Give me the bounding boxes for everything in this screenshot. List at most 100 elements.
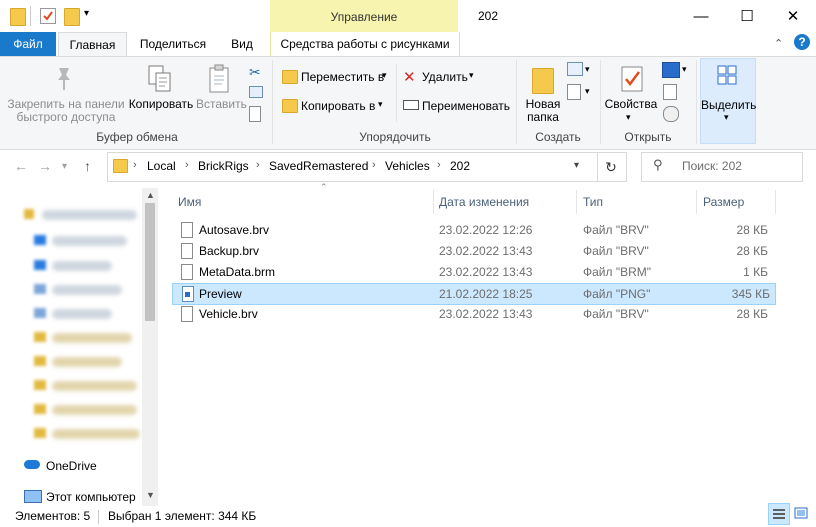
copy-button[interactable]: Копировать: [127, 64, 195, 114]
nav-item[interactable]: [52, 357, 122, 367]
forward-icon[interactable]: →: [38, 158, 52, 174]
column-type[interactable]: Тип: [583, 195, 603, 209]
paste-shortcut-icon[interactable]: [249, 106, 261, 122]
breadcrumb-separator: ›: [133, 159, 137, 171]
context-title: Управление: [330, 10, 398, 24]
column-size[interactable]: Размер: [703, 195, 744, 209]
file-row[interactable]: Backup.brv 23.02.2022 13:43 Файл "BRV" 2…: [172, 241, 774, 262]
help-icon[interactable]: ?: [794, 34, 810, 50]
cut-icon[interactable]: ✂: [249, 64, 261, 81]
select-label: Выделить: [701, 98, 757, 112]
nav-item[interactable]: [52, 381, 137, 391]
clipboard-group-label: Буфер обмена: [96, 130, 178, 144]
breadcrumb-brickrigs[interactable]: BrickRigs: [198, 159, 249, 173]
recent-locations-icon[interactable]: ▾: [62, 161, 67, 172]
chevron-down-icon[interactable]: ▾: [585, 64, 590, 75]
rename-label: Переименовать: [422, 99, 510, 113]
tab-file[interactable]: Файл: [0, 32, 56, 56]
new-folder-label-2: папка: [527, 110, 559, 124]
breadcrumb-vehicles[interactable]: Vehicles: [385, 159, 430, 173]
tab-view[interactable]: Вид: [222, 32, 262, 56]
file-row[interactable]: MetaData.brm 23.02.2022 13:43 Файл "BRM"…: [172, 262, 774, 283]
large-icons-view-button[interactable]: [792, 504, 810, 522]
file-date: 21.02.2022 18:25: [439, 287, 533, 301]
column-divider[interactable]: [696, 190, 697, 214]
back-icon[interactable]: ←: [14, 158, 28, 174]
nav-item-icon: [34, 235, 46, 245]
properties-button[interactable]: Свойства ▾: [604, 64, 658, 124]
close-button[interactable]: ✕: [770, 0, 816, 32]
easy-access-icon[interactable]: [567, 84, 581, 100]
nav-item[interactable]: [42, 210, 137, 220]
breadcrumb-202[interactable]: 202: [450, 159, 470, 173]
nav-item[interactable]: [52, 333, 132, 343]
tab-home[interactable]: Главная: [58, 32, 127, 57]
nav-item[interactable]: [52, 429, 140, 439]
up-icon[interactable]: ↑: [84, 158, 91, 174]
address-dropdown-icon[interactable]: ▾: [574, 160, 579, 171]
location-folder-icon: [113, 159, 128, 173]
column-name[interactable]: Имя: [178, 195, 201, 209]
maximize-button[interactable]: ☐: [724, 0, 770, 32]
column-divider[interactable]: [775, 190, 776, 214]
nav-onedrive[interactable]: OneDrive: [46, 459, 97, 473]
pin-label-1: Закрепить на панели: [7, 97, 125, 111]
copy-path-icon[interactable]: [249, 86, 263, 98]
breadcrumb-local[interactable]: Local: [147, 159, 176, 173]
search-input[interactable]: Поиск: 202: [682, 159, 742, 173]
paste-button[interactable]: Вставить: [196, 64, 247, 114]
file-date: 23.02.2022 13:43: [439, 265, 533, 279]
open-icon[interactable]: [662, 62, 680, 78]
copy-to-button[interactable]: Копировать в ▾: [282, 97, 394, 117]
details-view-button[interactable]: [768, 503, 790, 525]
nav-item[interactable]: [52, 236, 127, 246]
chevron-down-icon[interactable]: ▾: [682, 64, 687, 75]
group-separator: [272, 60, 273, 144]
column-date[interactable]: Дата изменения: [439, 195, 529, 209]
move-to-button[interactable]: Переместить в ▾: [282, 68, 394, 88]
pin-button[interactable]: Закрепить на панели быстрого доступа: [3, 64, 125, 126]
file-row[interactable]: Autosave.brv 23.02.2022 12:26 Файл "BRV"…: [172, 220, 774, 241]
new-folder-button[interactable]: Новая папка: [522, 64, 564, 124]
column-divider[interactable]: [576, 190, 577, 214]
qa-dropdown-icon[interactable]: ▾: [84, 8, 89, 19]
group-separator: [516, 60, 517, 144]
collapse-ribbon-icon[interactable]: ⌃: [774, 37, 783, 50]
file-row[interactable]: Vehicle.brv 23.02.2022 13:43 Файл "BRV" …: [172, 304, 774, 325]
nav-item[interactable]: [52, 405, 137, 415]
properties-icon: [621, 66, 643, 92]
scroll-up-icon[interactable]: ▲: [146, 190, 155, 200]
file-size: 1 КБ: [743, 265, 768, 279]
delete-button[interactable]: ✕ Удалить ▾: [403, 68, 483, 88]
nav-item[interactable]: [52, 285, 122, 295]
new-folder-qa-icon[interactable]: [64, 8, 80, 26]
nav-item[interactable]: [52, 261, 112, 271]
breadcrumb-separator: ›: [185, 159, 189, 171]
file-name: Preview: [199, 287, 242, 301]
column-divider[interactable]: [433, 190, 434, 214]
image-file-icon: [182, 286, 194, 302]
tab-picture-tools[interactable]: Средства работы с рисунками: [270, 32, 460, 56]
scroll-down-icon[interactable]: ▼: [146, 490, 155, 500]
select-button[interactable]: Выделить ▾: [700, 58, 756, 144]
nav-item[interactable]: [52, 309, 112, 319]
chevron-down-icon[interactable]: ▾: [585, 86, 590, 97]
edit-icon[interactable]: [663, 84, 677, 100]
breadcrumb-separator: ›: [256, 159, 260, 171]
file-type: Файл "BRV": [583, 244, 649, 258]
new-item-icon[interactable]: [567, 62, 583, 76]
file-row-selected[interactable]: Preview 21.02.2022 18:25 Файл "PNG" 345 …: [172, 283, 776, 305]
nav-item-icon: [34, 380, 46, 390]
history-icon[interactable]: [663, 106, 679, 122]
scrollbar-thumb[interactable]: [145, 203, 155, 321]
nav-item-icon: [34, 356, 46, 366]
chevron-down-icon: ▾: [724, 112, 729, 122]
tab-share[interactable]: Поделиться: [132, 32, 214, 56]
breadcrumb-savedremastered[interactable]: SavedRemastered: [269, 159, 368, 173]
rename-button[interactable]: Переименовать: [403, 97, 513, 117]
refresh-button[interactable]: ↻: [596, 152, 627, 182]
properties-qa-icon[interactable]: [40, 8, 56, 24]
file-size: 345 КБ: [731, 287, 770, 301]
minimize-button[interactable]: —: [678, 0, 724, 32]
nav-this-pc[interactable]: Этот компьютер: [46, 490, 136, 504]
